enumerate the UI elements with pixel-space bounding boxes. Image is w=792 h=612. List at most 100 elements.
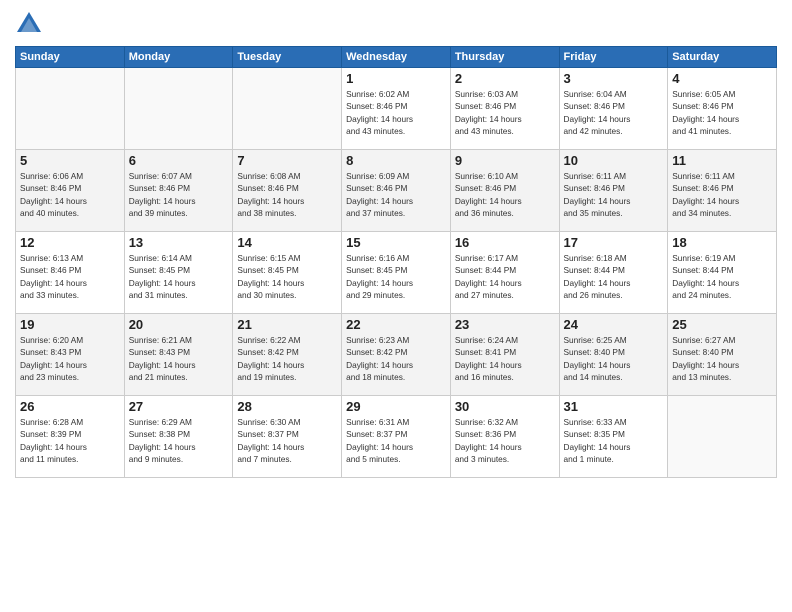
- day-number: 26: [20, 399, 120, 414]
- calendar-cell: 19 Sunrise: 6:20 AM Sunset: 8:43 PM Dayli…: [16, 314, 125, 396]
- calendar-cell: 22 Sunrise: 6:23 AM Sunset: 8:42 PM Dayli…: [342, 314, 451, 396]
- calendar-cell: 3 Sunrise: 6:04 AM Sunset: 8:46 PM Daylig…: [559, 68, 668, 150]
- calendar-cell: 9Sunrise: 6:10 AM Sunset: 8:46 PM Daylig…: [450, 150, 559, 232]
- day-number: 25: [672, 317, 772, 332]
- day-info: Sunrise: 6:11 AM Sunset: 8:46 PM Dayligh…: [672, 170, 772, 220]
- day-number: 28: [237, 399, 337, 414]
- day-number: 16: [455, 235, 555, 250]
- day-info: Sunrise: 6:03 AM Sunset: 8:46 PM Dayligh…: [455, 88, 555, 138]
- day-info: Sunrise: 6:27 AM Sunset: 8:40 PM Dayligh…: [672, 334, 772, 384]
- day-info: Sunrise: 6:13 AM Sunset: 8:46 PM Dayligh…: [20, 252, 120, 302]
- day-number: 19: [20, 317, 120, 332]
- week-row-2: 5Sunrise: 6:06 AM Sunset: 8:46 PM Daylig…: [16, 150, 777, 232]
- day-info: Sunrise: 6:05 AM Sunset: 8:46 PM Dayligh…: [672, 88, 772, 138]
- day-info: Sunrise: 6:22 AM Sunset: 8:42 PM Dayligh…: [237, 334, 337, 384]
- calendar-cell: 11 Sunrise: 6:11 AM Sunset: 8:46 PM Dayli…: [668, 150, 777, 232]
- calendar-cell: 20 Sunrise: 6:21 AM Sunset: 8:43 PM Dayli…: [124, 314, 233, 396]
- calendar-cell: 18 Sunrise: 6:19 AM Sunset: 8:44 PM Dayli…: [668, 232, 777, 314]
- header: [15, 10, 777, 38]
- day-number: 29: [346, 399, 446, 414]
- day-number: 9: [455, 153, 555, 168]
- day-number: 17: [564, 235, 664, 250]
- calendar-cell: [124, 68, 233, 150]
- week-row-4: 19 Sunrise: 6:20 AM Sunset: 8:43 PM Dayli…: [16, 314, 777, 396]
- calendar-cell: 6 Sunrise: 6:07 AM Sunset: 8:46 PM Daylig…: [124, 150, 233, 232]
- calendar-cell: 30 Sunrise: 6:32 AM Sunset: 8:36 PM Dayli…: [450, 396, 559, 478]
- weekday-friday: Friday: [559, 47, 668, 68]
- week-row-5: 26 Sunrise: 6:28 AM Sunset: 8:39 PM Dayli…: [16, 396, 777, 478]
- calendar-cell: 31 Sunrise: 6:33 AM Sunset: 8:35 PM Dayli…: [559, 396, 668, 478]
- weekday-thursday: Thursday: [450, 47, 559, 68]
- day-info: Sunrise: 6:16 AM Sunset: 8:45 PM Dayligh…: [346, 252, 446, 302]
- calendar-cell: 5Sunrise: 6:06 AM Sunset: 8:46 PM Daylig…: [16, 150, 125, 232]
- day-info: Sunrise: 6:02 AM Sunset: 8:46 PM Dayligh…: [346, 88, 446, 138]
- day-info: Sunrise: 6:24 AM Sunset: 8:41 PM Dayligh…: [455, 334, 555, 384]
- day-number: 18: [672, 235, 772, 250]
- weekday-monday: Monday: [124, 47, 233, 68]
- day-info: Sunrise: 6:17 AM Sunset: 8:44 PM Dayligh…: [455, 252, 555, 302]
- day-info: Sunrise: 6:15 AM Sunset: 8:45 PM Dayligh…: [237, 252, 337, 302]
- calendar-cell: 10 Sunrise: 6:11 AM Sunset: 8:46 PM Dayli…: [559, 150, 668, 232]
- calendar-cell: 13Sunrise: 6:14 AM Sunset: 8:45 PM Dayli…: [124, 232, 233, 314]
- day-number: 3: [564, 71, 664, 86]
- calendar-cell: 15 Sunrise: 6:16 AM Sunset: 8:45 PM Dayli…: [342, 232, 451, 314]
- calendar-cell: 27 Sunrise: 6:29 AM Sunset: 8:38 PM Dayli…: [124, 396, 233, 478]
- calendar-cell: 17Sunrise: 6:18 AM Sunset: 8:44 PM Dayli…: [559, 232, 668, 314]
- logo: [15, 10, 47, 38]
- calendar-cell: 1Sunrise: 6:02 AM Sunset: 8:46 PM Daylig…: [342, 68, 451, 150]
- day-info: Sunrise: 6:07 AM Sunset: 8:46 PM Dayligh…: [129, 170, 229, 220]
- day-info: Sunrise: 6:23 AM Sunset: 8:42 PM Dayligh…: [346, 334, 446, 384]
- day-info: Sunrise: 6:20 AM Sunset: 8:43 PM Dayligh…: [20, 334, 120, 384]
- day-number: 21: [237, 317, 337, 332]
- day-info: Sunrise: 6:31 AM Sunset: 8:37 PM Dayligh…: [346, 416, 446, 466]
- calendar: SundayMondayTuesdayWednesdayThursdayFrid…: [15, 46, 777, 478]
- calendar-cell: 29 Sunrise: 6:31 AM Sunset: 8:37 PM Dayli…: [342, 396, 451, 478]
- day-number: 31: [564, 399, 664, 414]
- calendar-cell: [233, 68, 342, 150]
- day-number: 11: [672, 153, 772, 168]
- calendar-cell: 25 Sunrise: 6:27 AM Sunset: 8:40 PM Dayli…: [668, 314, 777, 396]
- weekday-sunday: Sunday: [16, 47, 125, 68]
- day-info: Sunrise: 6:06 AM Sunset: 8:46 PM Dayligh…: [20, 170, 120, 220]
- weekday-wednesday: Wednesday: [342, 47, 451, 68]
- day-info: Sunrise: 6:11 AM Sunset: 8:46 PM Dayligh…: [564, 170, 664, 220]
- weekday-tuesday: Tuesday: [233, 47, 342, 68]
- week-row-1: 1Sunrise: 6:02 AM Sunset: 8:46 PM Daylig…: [16, 68, 777, 150]
- calendar-cell: 16 Sunrise: 6:17 AM Sunset: 8:44 PM Dayli…: [450, 232, 559, 314]
- calendar-cell: 24Sunrise: 6:25 AM Sunset: 8:40 PM Dayli…: [559, 314, 668, 396]
- day-number: 8: [346, 153, 446, 168]
- day-info: Sunrise: 6:21 AM Sunset: 8:43 PM Dayligh…: [129, 334, 229, 384]
- day-info: Sunrise: 6:14 AM Sunset: 8:45 PM Dayligh…: [129, 252, 229, 302]
- logo-icon: [15, 10, 43, 38]
- day-info: Sunrise: 6:04 AM Sunset: 8:46 PM Dayligh…: [564, 88, 664, 138]
- day-number: 30: [455, 399, 555, 414]
- day-number: 23: [455, 317, 555, 332]
- day-number: 2: [455, 71, 555, 86]
- day-info: Sunrise: 6:08 AM Sunset: 8:46 PM Dayligh…: [237, 170, 337, 220]
- day-info: Sunrise: 6:28 AM Sunset: 8:39 PM Dayligh…: [20, 416, 120, 466]
- day-number: 22: [346, 317, 446, 332]
- day-number: 15: [346, 235, 446, 250]
- day-number: 10: [564, 153, 664, 168]
- weekday-saturday: Saturday: [668, 47, 777, 68]
- day-info: Sunrise: 6:33 AM Sunset: 8:35 PM Dayligh…: [564, 416, 664, 466]
- day-number: 20: [129, 317, 229, 332]
- calendar-cell: [668, 396, 777, 478]
- day-number: 14: [237, 235, 337, 250]
- calendar-cell: 14 Sunrise: 6:15 AM Sunset: 8:45 PM Dayli…: [233, 232, 342, 314]
- day-number: 4: [672, 71, 772, 86]
- day-info: Sunrise: 6:29 AM Sunset: 8:38 PM Dayligh…: [129, 416, 229, 466]
- calendar-cell: 2 Sunrise: 6:03 AM Sunset: 8:46 PM Daylig…: [450, 68, 559, 150]
- calendar-cell: 4 Sunrise: 6:05 AM Sunset: 8:46 PM Daylig…: [668, 68, 777, 150]
- calendar-cell: 7Sunrise: 6:08 AM Sunset: 8:46 PM Daylig…: [233, 150, 342, 232]
- day-info: Sunrise: 6:25 AM Sunset: 8:40 PM Dayligh…: [564, 334, 664, 384]
- day-info: Sunrise: 6:09 AM Sunset: 8:46 PM Dayligh…: [346, 170, 446, 220]
- calendar-cell: 21 Sunrise: 6:22 AM Sunset: 8:42 PM Dayli…: [233, 314, 342, 396]
- day-number: 27: [129, 399, 229, 414]
- day-number: 6: [129, 153, 229, 168]
- calendar-cell: 12Sunrise: 6:13 AM Sunset: 8:46 PM Dayli…: [16, 232, 125, 314]
- calendar-cell: 26 Sunrise: 6:28 AM Sunset: 8:39 PM Dayli…: [16, 396, 125, 478]
- day-info: Sunrise: 6:32 AM Sunset: 8:36 PM Dayligh…: [455, 416, 555, 466]
- day-info: Sunrise: 6:19 AM Sunset: 8:44 PM Dayligh…: [672, 252, 772, 302]
- calendar-cell: 8 Sunrise: 6:09 AM Sunset: 8:46 PM Daylig…: [342, 150, 451, 232]
